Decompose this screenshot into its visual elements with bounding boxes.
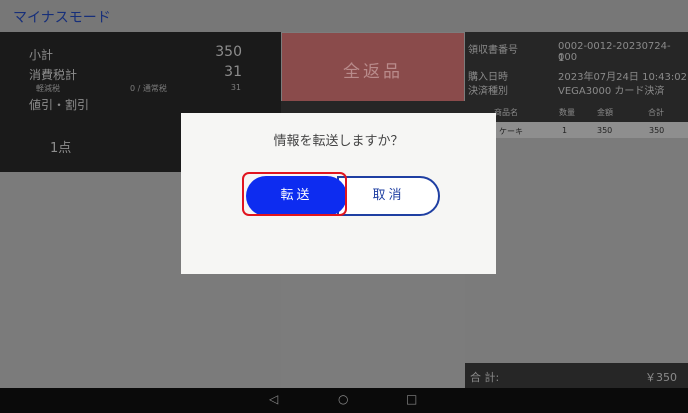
- reduced-tax-label: 軽減税: [36, 84, 60, 93]
- total-bar: 合 計: ￥350: [465, 363, 688, 388]
- receipt-no-label: 領収書番号: [468, 45, 518, 56]
- col-header: 商品名: [494, 108, 518, 117]
- receipt-table-header: 商品名 数量 金額 合計: [465, 102, 688, 122]
- full-return-label: 全返品: [343, 62, 403, 82]
- col-header: 合計: [648, 108, 664, 117]
- subtotal-label: 小計: [29, 48, 54, 62]
- receipt-header-info: 領収書番号 0002-0012-20230724-000 1 購入日時 2023…: [465, 32, 688, 102]
- standard-tax-value: 31: [230, 83, 241, 92]
- table-row[interactable]: ケーキ 1 350 350: [465, 122, 688, 138]
- mode-title: マイナスモード: [13, 10, 111, 26]
- items-count: 1点: [50, 141, 72, 156]
- payment-type-value: VEGA3000 カード決済: [558, 86, 665, 97]
- home-icon[interactable]: ○: [338, 392, 348, 406]
- purchase-date-label: 購入日時: [468, 72, 508, 83]
- back-icon[interactable]: ◁: [269, 392, 278, 406]
- highlight-ring: [242, 172, 347, 216]
- reduced-tax-value: 0 / 通常税: [130, 84, 167, 93]
- row-name: ケーキ: [499, 127, 523, 136]
- full-return-button[interactable]: 全返品: [282, 33, 464, 101]
- tax-value: 31: [224, 64, 242, 80]
- purchase-date-value: 2023年07月24日 10:43:02: [558, 72, 687, 83]
- tax-label: 消費税計: [29, 68, 78, 82]
- divider-strip: [281, 101, 465, 113]
- row-amount: 350: [597, 126, 613, 135]
- col-header: 数量: [559, 108, 575, 117]
- total-value: ￥350: [645, 371, 677, 384]
- receipt-no-value-cont: 1: [558, 53, 565, 64]
- row-qty: 1: [562, 126, 568, 135]
- cancel-button[interactable]: 取消: [337, 176, 440, 216]
- subtotal-value: 350: [215, 44, 242, 60]
- total-label: 合 計:: [470, 371, 500, 384]
- row-total: 350: [649, 126, 665, 135]
- payment-type-label: 決済種別: [468, 86, 508, 97]
- system-nav-bar: ◁ ○ □: [0, 388, 688, 413]
- recents-icon[interactable]: □: [406, 392, 417, 406]
- dialog-message: 情報を転送しますか？: [273, 134, 404, 149]
- receipt-no-value: 0002-0012-20230724-000: [558, 41, 671, 63]
- discount-label: 値引・割引: [29, 98, 90, 112]
- col-header: 金額: [597, 108, 613, 117]
- top-bar: マイナスモード: [0, 0, 688, 32]
